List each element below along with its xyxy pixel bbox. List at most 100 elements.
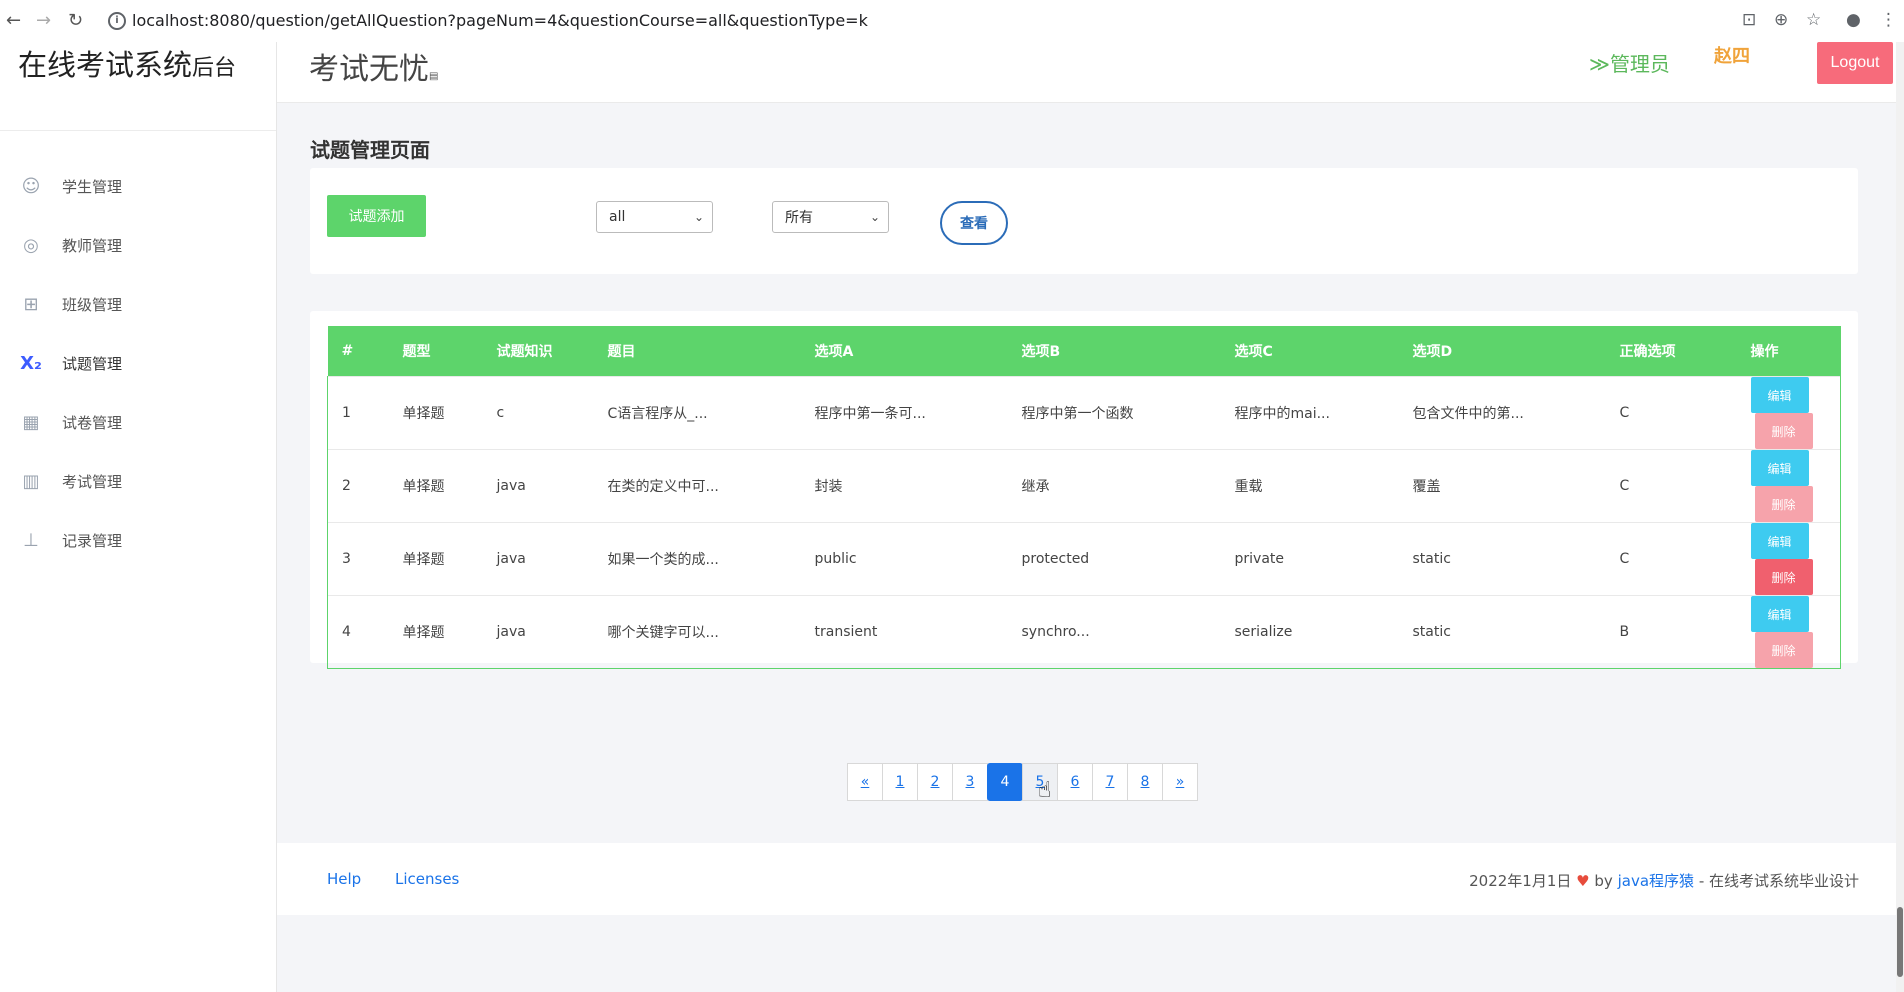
teacher-icon: ◎ — [23, 234, 39, 256]
author-link[interactable]: java程序猿 — [1618, 872, 1694, 890]
view-button[interactable]: 查看 — [940, 201, 1008, 245]
cell-id: 1 — [327, 376, 389, 450]
cell-question: 在类的定义中可... — [593, 449, 801, 523]
course-select[interactable]: all ⌄ — [596, 201, 713, 233]
translate-icon[interactable]: ⊡ — [1742, 10, 1756, 30]
footer-tail: - 在线考试系统毕业设计 — [1698, 872, 1859, 890]
sidebar-item-papers[interactable]: ▦ 试卷管理 — [0, 402, 276, 442]
sidebar-item-exams[interactable]: ▥ 考试管理 — [0, 461, 276, 501]
profile-icon[interactable]: ● — [1846, 10, 1861, 30]
back-icon[interactable]: ← — [6, 10, 21, 31]
col-header: 选项C — [1220, 326, 1399, 377]
page-title: 试题管理页面 — [310, 138, 430, 162]
header-title-icon: ▤ — [429, 71, 439, 82]
cell-type: 单择题 — [388, 376, 483, 450]
cell-question: 哪个关键字可以... — [593, 595, 801, 669]
col-header: 题型 — [388, 326, 483, 377]
header-title-text: 考试无忧 — [309, 52, 429, 87]
footer: Help Licenses 2022年1月1日 ♥ by java程序猿 - 在… — [277, 843, 1904, 915]
sidebar-item-classes[interactable]: ⊞ 班级管理 — [0, 284, 276, 324]
site-info-icon[interactable]: i — [108, 12, 126, 30]
cell-actions: 编辑删除 — [1736, 595, 1841, 669]
sidebar-item-label: 学生管理 — [62, 177, 123, 196]
menu-kebab-icon[interactable]: ⋮ — [1880, 10, 1897, 30]
cell-question: 如果一个类的成... — [593, 522, 801, 596]
table-row: 2 单择题 java 在类的定义中可... 封装 继承 重载 覆盖 C 编辑删除 — [327, 449, 1841, 523]
sidebar-item-label: 试题管理 — [62, 354, 123, 373]
heart-icon: ♥ — [1576, 872, 1590, 890]
cell-option-a: 程序中第一条可... — [800, 376, 1008, 450]
role-label: ≫管理员 — [1589, 52, 1670, 76]
page-scrollbar[interactable] — [1896, 42, 1904, 992]
questions-panel: # 题型 试题知识 题目 选项A 选项B 选项C 选项D 正确选项 操作 1 单… — [310, 311, 1858, 669]
sidebar-item-label: 试卷管理 — [62, 413, 123, 432]
edit-button[interactable]: 编辑 — [1750, 523, 1809, 559]
cell-option-d: static — [1398, 522, 1606, 596]
user-name: 赵四 — [1714, 46, 1750, 67]
col-header: 操作 — [1736, 326, 1841, 377]
page-link-2[interactable]: 2 — [917, 763, 953, 801]
brand-main: 在线考试系统 — [18, 48, 193, 82]
cell-option-a: transient — [800, 595, 1008, 669]
page-link-3[interactable]: 3 — [952, 763, 988, 801]
cell-type: 单择题 — [388, 522, 483, 596]
page-link-6[interactable]: 6 — [1057, 763, 1093, 801]
sidebar-item-teachers[interactable]: ◎ 教师管理 — [0, 225, 276, 265]
type-select-value: 所有 — [785, 210, 813, 226]
cell-option-d: 覆盖 — [1398, 449, 1606, 523]
forward-icon[interactable]: → — [36, 10, 51, 31]
bookmark-star-icon[interactable]: ☆ — [1806, 10, 1821, 30]
edit-button[interactable]: 编辑 — [1750, 377, 1809, 413]
add-question-button[interactable]: 试题添加 — [327, 195, 426, 237]
page-link-7[interactable]: 7 — [1092, 763, 1128, 801]
page-link-8[interactable]: 8 — [1127, 763, 1163, 801]
page-link-4-current[interactable]: 4 — [987, 763, 1023, 801]
reload-icon[interactable]: ↻ — [68, 10, 83, 31]
sidebar-item-label: 记录管理 — [62, 531, 123, 550]
address-bar[interactable]: localhost:8080/question/getAllQuestion?p… — [132, 11, 868, 30]
cell-option-b: 程序中第一个函数 — [1007, 376, 1221, 450]
grid-icon: ⊞ — [23, 293, 39, 315]
footer-date: 2022年1月1日 — [1469, 872, 1572, 890]
page-link-1[interactable]: 1 — [882, 763, 918, 801]
help-link[interactable]: Help — [327, 870, 361, 888]
cell-answer: C — [1605, 522, 1737, 596]
delete-button[interactable]: 删除 — [1754, 559, 1813, 595]
page-prev[interactable]: « — [847, 763, 883, 801]
edit-button[interactable]: 编辑 — [1750, 596, 1809, 632]
type-select[interactable]: 所有 ⌄ — [772, 201, 889, 233]
cell-option-d: static — [1398, 595, 1606, 669]
subscript-icon: X₂ — [20, 352, 42, 374]
student-icon: ☺ — [21, 175, 41, 197]
brand-divider — [0, 130, 276, 131]
footer-by: by — [1594, 872, 1613, 890]
filter-panel: 试题添加 all ⌄ 所有 ⌄ 查看 — [310, 168, 1858, 274]
course-select-value: all — [609, 209, 626, 225]
browser-toolbar: ← → ↻ i localhost:8080/question/getAllQu… — [0, 0, 1904, 43]
table-row: 1 单择题 c C语言程序从_... 程序中第一条可... 程序中第一个函数 程… — [327, 376, 1841, 450]
scrollbar-thumb[interactable] — [1897, 907, 1903, 977]
top-header: 考试无忧▤ ≫管理员 赵四 Logout — [277, 42, 1904, 103]
delete-button[interactable]: 删除 — [1754, 413, 1813, 449]
cell-option-a: public — [800, 522, 1008, 596]
cell-type: 单择题 — [388, 449, 483, 523]
cell-id: 4 — [327, 595, 389, 669]
page-next[interactable]: » — [1162, 763, 1198, 801]
cell-type: 单择题 — [388, 595, 483, 669]
logout-button[interactable]: Logout — [1817, 42, 1893, 84]
sidebar-item-records[interactable]: ⊥ 记录管理 — [0, 520, 276, 560]
sidebar-item-questions[interactable]: X₂ 试题管理 — [0, 343, 276, 383]
zoom-icon[interactable]: ⊕ — [1774, 10, 1788, 30]
licenses-link[interactable]: Licenses — [395, 870, 459, 888]
table-row: 4 单择题 java 哪个关键字可以... transient synchro.… — [327, 595, 1841, 669]
col-header: 正确选项 — [1605, 326, 1737, 377]
sidebar-item-students[interactable]: ☺ 学生管理 — [0, 166, 276, 206]
cell-actions: 编辑删除 — [1736, 522, 1841, 596]
cell-knowledge: java — [482, 522, 594, 596]
delete-button[interactable]: 删除 — [1754, 486, 1813, 522]
delete-button[interactable]: 删除 — [1754, 632, 1813, 668]
cell-actions: 编辑删除 — [1736, 376, 1841, 450]
cell-option-c: 重载 — [1220, 449, 1399, 523]
edit-button[interactable]: 编辑 — [1750, 450, 1809, 486]
sidebar-item-label: 教师管理 — [62, 236, 123, 255]
